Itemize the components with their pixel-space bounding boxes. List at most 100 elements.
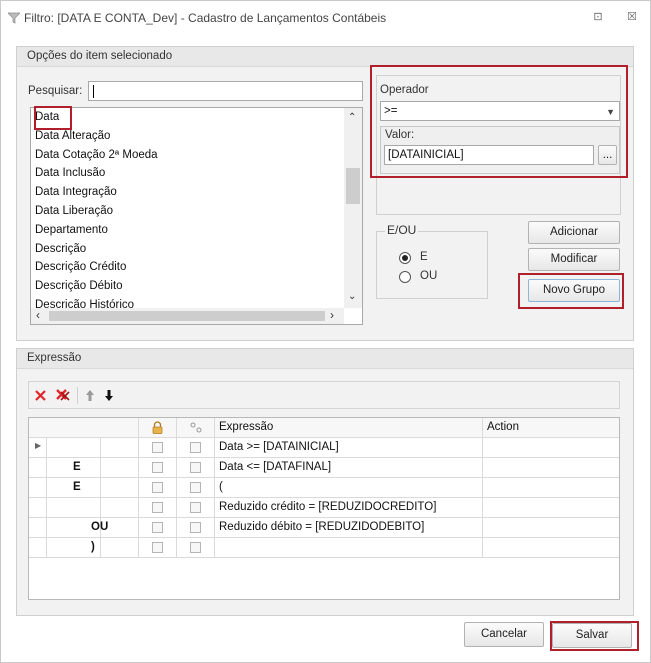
row-indicator[interactable] — [29, 538, 47, 558]
row-link-cell — [177, 538, 215, 558]
row-logic2-text: OU — [91, 521, 109, 533]
row-link-checkbox[interactable] — [190, 462, 201, 473]
row-expression-cell[interactable]: Reduzido crédito = [REDUZIDOCREDITO] — [215, 498, 483, 518]
save-button[interactable]: Salvar — [552, 623, 632, 648]
row-logic-cell-2[interactable]: OU — [91, 518, 139, 538]
row-expression-cell[interactable]: Reduzido débito = [REDUZIDODEBITO] — [215, 518, 483, 538]
chevron-down-icon[interactable]: ▼ — [606, 107, 615, 117]
row-link-checkbox[interactable] — [190, 482, 201, 493]
row-link-cell — [177, 498, 215, 518]
row-link-cell — [177, 478, 215, 498]
row-lock-checkbox[interactable] — [152, 542, 163, 553]
list-horizontal-scrollbar[interactable]: ‹ › — [31, 308, 344, 324]
row-logic-cell-2[interactable] — [101, 498, 139, 518]
row-indicator[interactable] — [29, 498, 47, 518]
row-logic-cell[interactable] — [47, 438, 101, 458]
delete-all-icon[interactable] — [55, 388, 71, 403]
add-button[interactable]: Adicionar — [528, 221, 620, 244]
field-list-item[interactable]: Data Inclusão — [35, 167, 105, 179]
value-input[interactable]: [DATAINICIAL] — [384, 145, 594, 165]
browse-button[interactable]: ... — [598, 145, 617, 165]
field-list-item[interactable]: Descrição — [35, 243, 86, 255]
field-list-item[interactable]: Departamento — [35, 224, 108, 236]
search-label: Pesquisar: — [28, 85, 83, 97]
row-expression-cell[interactable] — [215, 538, 483, 558]
grid-header-expression[interactable]: Expressão — [215, 418, 483, 438]
row-action-cell[interactable] — [483, 498, 619, 518]
lock-icon — [152, 421, 163, 434]
scroll-thumb[interactable] — [346, 168, 360, 204]
row-expression-cell[interactable]: Data >= [DATAINICIAL] — [215, 438, 483, 458]
operator-value: >= — [384, 105, 398, 117]
row-lock-cell — [139, 538, 177, 558]
row-logic-cell-2[interactable] — [101, 438, 139, 458]
row-lock-checkbox[interactable] — [152, 482, 163, 493]
restore-icon[interactable]: ⊡ — [590, 10, 606, 24]
row-link-checkbox[interactable] — [190, 542, 201, 553]
row-action-cell[interactable] — [483, 538, 619, 558]
scroll-right-icon[interactable]: › — [330, 308, 334, 322]
title-bar: Filtro: [DATA E CONTA_Dev] - Cadastro de… — [1, 1, 650, 35]
row-lock-cell — [139, 438, 177, 458]
row-logic-text: E — [73, 461, 81, 473]
grid-header-action[interactable]: Action — [483, 418, 619, 438]
list-vertical-scrollbar[interactable]: ⌃ ⌄ — [344, 108, 362, 308]
expression-grid: Expressão Action ▶ Data >= [DATAINICIAL] E… — [28, 417, 620, 600]
field-list-item[interactable]: Data Liberação — [35, 205, 113, 217]
hscroll-thumb[interactable] — [49, 311, 325, 321]
row-expression-cell[interactable]: ( — [215, 478, 483, 498]
field-list-item[interactable]: Data — [35, 111, 59, 123]
row-logic-cell[interactable]: E — [47, 478, 101, 498]
row-action-cell[interactable] — [483, 518, 619, 538]
field-list-item[interactable]: Data Integração — [35, 186, 117, 198]
scroll-up-icon[interactable]: ⌃ — [348, 112, 356, 123]
operator-select[interactable]: >= ▼ — [380, 101, 620, 121]
field-list[interactable]: Data Data Alteração Data Cotação 2ª Moeda D… — [30, 107, 363, 325]
row-link-checkbox[interactable] — [190, 502, 201, 513]
row-action-cell[interactable] — [483, 458, 619, 478]
row-link-cell — [177, 458, 215, 478]
row-lock-checkbox[interactable] — [152, 462, 163, 473]
radio-ou-label: OU — [420, 270, 438, 282]
row-lock-checkbox[interactable] — [152, 502, 163, 513]
move-up-icon[interactable] — [85, 389, 95, 402]
field-list-item[interactable]: Data Alteração — [35, 130, 110, 142]
row-indicator[interactable]: ▶ — [29, 438, 47, 458]
row-lock-checkbox[interactable] — [152, 522, 163, 533]
row-link-checkbox[interactable] — [190, 522, 201, 533]
row-indicator[interactable] — [29, 478, 47, 498]
row-logic2-text: ) — [91, 541, 95, 553]
row-logic-cell[interactable]: E — [47, 458, 101, 478]
row-logic-cell-2[interactable] — [101, 458, 139, 478]
field-list-item[interactable]: Descrição Débito — [35, 280, 123, 292]
row-indicator[interactable] — [29, 518, 47, 538]
row-logic-cell-2[interactable]: ) — [91, 538, 139, 558]
row-logic-cell[interactable] — [47, 498, 101, 518]
search-input[interactable] — [88, 81, 363, 101]
radio-ou[interactable] — [399, 271, 411, 283]
new-group-button[interactable]: Novo Grupo — [528, 279, 620, 302]
close-icon[interactable]: ☒ — [624, 10, 640, 24]
grid-header-action-label: Action — [487, 421, 519, 433]
row-indicator[interactable] — [29, 458, 47, 478]
window-title: Filtro: [DATA E CONTA_Dev] - Cadastro de… — [24, 11, 387, 25]
row-logic-text: E — [73, 481, 81, 493]
field-list-item[interactable]: Data Cotação 2ª Moeda — [35, 149, 158, 161]
row-lock-checkbox[interactable] — [152, 442, 163, 453]
scroll-down-icon[interactable]: ⌄ — [348, 291, 356, 302]
move-down-icon[interactable] — [104, 389, 114, 402]
row-action-cell[interactable] — [483, 478, 619, 498]
text-cursor — [93, 85, 94, 98]
row-logic-cell-2[interactable] — [101, 478, 139, 498]
row-action-cell[interactable] — [483, 438, 619, 458]
row-link-checkbox[interactable] — [190, 442, 201, 453]
field-list-item[interactable]: Descrição Crédito — [35, 261, 126, 273]
radio-e[interactable] — [399, 252, 411, 264]
delete-icon[interactable] — [35, 390, 46, 401]
row-lock-cell — [139, 478, 177, 498]
modify-button[interactable]: Modificar — [528, 248, 620, 271]
row-expression-cell[interactable]: Data <= [DATAFINAL] — [215, 458, 483, 478]
logic-group-label: E/OU — [385, 223, 419, 237]
cancel-button[interactable]: Cancelar — [464, 622, 544, 647]
scroll-left-icon[interactable]: ‹ — [36, 308, 40, 322]
